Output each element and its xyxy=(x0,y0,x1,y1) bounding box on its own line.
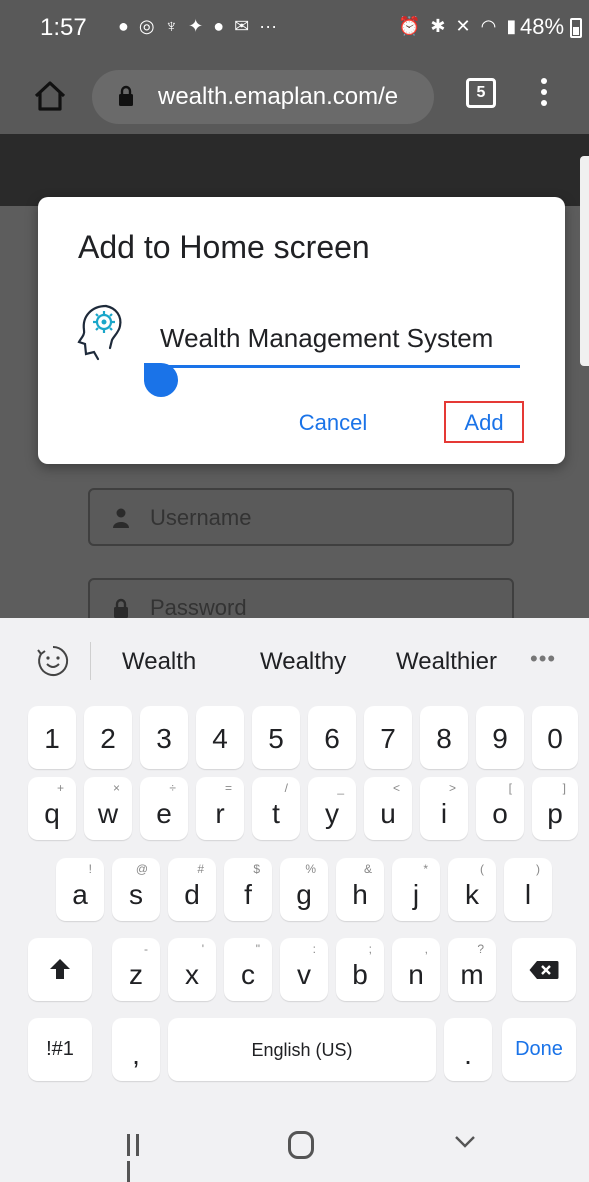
key-g[interactable]: % g xyxy=(280,858,328,921)
username-field[interactable]: Username xyxy=(88,488,514,546)
key-p[interactable]: ] p xyxy=(532,777,578,840)
key-t[interactable]: / t xyxy=(252,777,300,840)
key-y[interactable]: _ y xyxy=(308,777,356,840)
soft-keyboard: Wealth Wealthy Wealthier ••• 1 2 3 4 5 6… xyxy=(0,618,589,1104)
key-j[interactable]: * j xyxy=(392,858,440,921)
space-key[interactable]: English (US) xyxy=(168,1018,436,1081)
password-field[interactable]: Password xyxy=(88,578,514,618)
key-n[interactable]: ,n xyxy=(392,938,440,1001)
back-chevron-icon[interactable] xyxy=(454,1130,476,1152)
key-r[interactable]: = r xyxy=(196,777,244,840)
key-q[interactable]: + q xyxy=(28,777,76,840)
symbols-key[interactable]: !#1 xyxy=(28,1018,92,1081)
url-text[interactable]: wealth.emaplan.com/e xyxy=(158,83,420,111)
system-icons: ⏰ ✱ ✕ ◠ ▮ xyxy=(398,16,516,37)
status-bar: 1:57 ● ◎ ♆ ✦ ● ✉ ··· ⏰ ✱ ✕ ◠ ▮ 48% xyxy=(0,0,589,56)
home-icon[interactable] xyxy=(30,76,70,116)
system-nav-bar xyxy=(0,1104,589,1182)
suggestion-bar: Wealth Wealthy Wealthier ••• xyxy=(0,618,589,704)
suggestion-1[interactable]: Wealth xyxy=(122,648,196,676)
facebook-icon: ● xyxy=(213,16,225,36)
lock-icon xyxy=(119,85,133,106)
status-time: 1:57 xyxy=(40,14,87,41)
app-icon: ♆ xyxy=(164,16,179,36)
add-to-home-dialog: Add to Home screen Wealth Management Sys… xyxy=(38,197,565,464)
suggestion-divider xyxy=(90,642,91,680)
key-k[interactable]: (k xyxy=(448,858,496,921)
mute-icon: ✕ xyxy=(455,16,471,36)
password-placeholder: Password xyxy=(150,595,247,618)
shift-icon xyxy=(50,959,70,979)
key-c[interactable]: " c xyxy=(224,938,272,1001)
browser-toolbar: wealth.emaplan.com/e 5 xyxy=(0,56,589,134)
key-6[interactable]: 6 xyxy=(308,706,356,769)
app-icon: ✦ xyxy=(188,16,204,36)
battery-icon xyxy=(570,18,582,38)
key-z[interactable]: -z xyxy=(112,938,160,1001)
key-e[interactable]: ÷ e xyxy=(140,777,188,840)
key-s[interactable]: @ s xyxy=(112,858,160,921)
backspace-key[interactable] xyxy=(512,938,576,1001)
suggestion-3[interactable]: Wealthier xyxy=(396,648,497,676)
key-m[interactable]: ? m xyxy=(448,938,496,1001)
address-bar[interactable]: wealth.emaplan.com/e xyxy=(92,70,434,124)
key-8[interactable]: 8 xyxy=(420,706,468,769)
key-i[interactable]: > i xyxy=(420,777,468,840)
key-0[interactable]: 0 xyxy=(532,706,578,769)
home-nav-icon[interactable] xyxy=(288,1131,314,1159)
more-suggestions-icon[interactable]: ••• xyxy=(530,646,556,672)
key-1[interactable]: 1 xyxy=(28,706,76,769)
key-7[interactable]: 7 xyxy=(364,706,412,769)
keyboard-settings-icon[interactable] xyxy=(36,644,70,678)
tab-switcher-button[interactable]: 5 xyxy=(466,78,496,108)
app-name-input[interactable]: Wealth Management System xyxy=(160,323,520,354)
page-header xyxy=(0,134,589,206)
overflow-menu-icon[interactable] xyxy=(540,78,548,110)
signal-icon: ▮ xyxy=(506,16,517,36)
cancel-button[interactable]: Cancel xyxy=(278,401,388,445)
key-b[interactable]: ; b xyxy=(336,938,384,1001)
key-o[interactable]: [o xyxy=(476,777,524,840)
suggestion-2[interactable]: Wealthy xyxy=(260,648,346,676)
key-d[interactable]: # d xyxy=(168,858,216,921)
comma-key[interactable]: , xyxy=(112,1018,160,1081)
done-key[interactable]: Done xyxy=(502,1018,576,1081)
recent-apps-icon[interactable] xyxy=(127,1134,153,1182)
add-button[interactable]: Add xyxy=(444,401,524,443)
key-5[interactable]: 5 xyxy=(252,706,300,769)
text-cursor-handle[interactable] xyxy=(144,363,178,397)
alarm-icon: ⏰ xyxy=(398,16,421,36)
key-9[interactable]: 9 xyxy=(476,706,524,769)
dialog-title: Add to Home screen xyxy=(78,229,370,265)
username-placeholder: Username xyxy=(150,505,252,530)
period-key[interactable]: . xyxy=(444,1018,492,1081)
key-4[interactable]: 4 xyxy=(196,706,244,769)
key-2[interactable]: 2 xyxy=(84,706,132,769)
gmail-icon: ✉ xyxy=(234,16,250,36)
lock-icon xyxy=(114,598,128,618)
key-a[interactable]: ! a xyxy=(56,858,104,921)
wifi-icon: ◠ xyxy=(480,16,497,36)
bluetooth-icon: ✱ xyxy=(430,16,446,36)
user-icon xyxy=(113,508,129,528)
backspace-icon xyxy=(529,961,559,979)
key-x[interactable]: ' x xyxy=(168,938,216,1001)
app-logo-icon xyxy=(77,304,122,361)
spotify-icon: ● xyxy=(118,16,129,36)
battery-percent: 48% xyxy=(520,14,565,39)
key-v[interactable]: :v xyxy=(280,938,328,1001)
notification-icons: ● ◎ ♆ ✦ ● ✉ ··· xyxy=(118,16,277,37)
key-h[interactable]: & h xyxy=(336,858,384,921)
scrollbar[interactable] xyxy=(580,156,589,366)
key-f[interactable]: $ f xyxy=(224,858,272,921)
more-icon: ··· xyxy=(259,16,278,36)
key-w[interactable]: × w xyxy=(84,777,132,840)
input-underline xyxy=(160,365,520,368)
key-u[interactable]: < u xyxy=(364,777,412,840)
shift-key[interactable] xyxy=(28,938,92,1001)
key-3[interactable]: 3 xyxy=(140,706,188,769)
key-l[interactable]: ) l xyxy=(504,858,552,921)
instagram-icon: ◎ xyxy=(138,16,155,36)
